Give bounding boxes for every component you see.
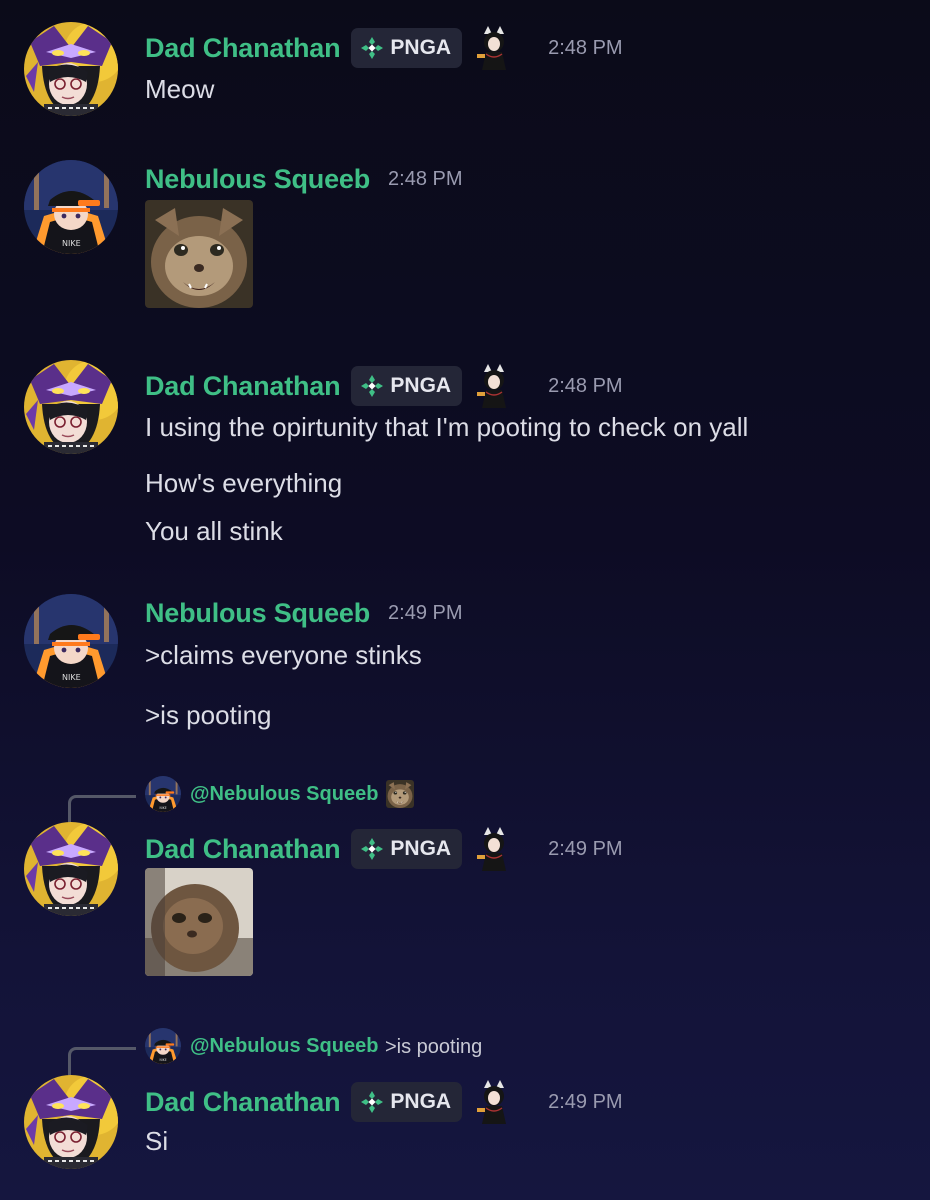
reply-avatar: [145, 1028, 181, 1064]
message-header: Dad Chanathan PNGA 2:49 PM: [145, 1080, 623, 1124]
message-text: You all stink: [145, 516, 283, 546]
username[interactable]: Dad Chanathan: [145, 1087, 341, 1118]
username[interactable]: Nebulous Squeeb: [145, 164, 370, 195]
character-role-icon[interactable]: [474, 364, 514, 408]
image-attachment[interactable]: [145, 868, 253, 976]
clan-tag[interactable]: PNGA: [351, 366, 463, 406]
clan-badge-icon: [360, 374, 384, 398]
clan-tag-label: PNGA: [390, 36, 452, 59]
reply-reference[interactable]: @Nebulous Squeeb: [0, 776, 930, 825]
avatar[interactable]: [24, 160, 118, 254]
clan-badge-icon: [360, 36, 384, 60]
character-role-icon[interactable]: [474, 1080, 514, 1124]
message-header: Nebulous Squeeb 2:49 PM: [145, 598, 463, 629]
username[interactable]: Nebulous Squeeb: [145, 598, 370, 629]
timestamp[interactable]: 2:49 PM: [548, 838, 622, 861]
timestamp[interactable]: 2:49 PM: [388, 602, 462, 625]
timestamp[interactable]: 2:48 PM: [388, 168, 462, 191]
clan-tag[interactable]: PNGA: [351, 1082, 463, 1122]
reply-image-preview[interactable]: [386, 780, 414, 808]
clan-tag-label: PNGA: [390, 1090, 452, 1113]
reply-reference[interactable]: @Nebulous Squeeb >is pooting: [0, 1028, 930, 1077]
message-text: I using the opirtunity that I'm pooting …: [145, 412, 749, 442]
clan-badge-icon: [360, 1090, 384, 1114]
message-text: >is pooting: [145, 700, 272, 730]
character-role-icon[interactable]: [474, 26, 514, 70]
reply-text-preview: >is pooting: [385, 1036, 483, 1058]
username[interactable]: Dad Chanathan: [145, 33, 341, 64]
clan-tag-label: PNGA: [390, 374, 452, 397]
reply-username[interactable]: @Nebulous Squeeb: [190, 1035, 378, 1058]
character-role-icon[interactable]: [474, 827, 514, 871]
reply-connector: [68, 1047, 136, 1077]
image-attachment[interactable]: [145, 200, 253, 308]
reply-connector: [68, 795, 136, 825]
timestamp[interactable]: 2:48 PM: [548, 37, 622, 60]
message-header: Dad Chanathan PNGA 2:49 PM: [145, 827, 623, 871]
message-text: >claims everyone stinks: [145, 640, 422, 670]
clan-badge-icon: [360, 837, 384, 861]
avatar[interactable]: [24, 1075, 118, 1169]
clan-tag[interactable]: PNGA: [351, 829, 463, 869]
message-header: Nebulous Squeeb 2:48 PM: [145, 164, 463, 195]
clan-tag[interactable]: PNGA: [351, 28, 463, 68]
clan-tag-label: PNGA: [390, 837, 452, 860]
message-header: Dad Chanathan PNGA 2:48 PM: [145, 364, 623, 408]
avatar[interactable]: [24, 822, 118, 916]
message-text: Si: [145, 1126, 169, 1156]
avatar[interactable]: [24, 594, 118, 688]
message-text: How's everything: [145, 468, 343, 498]
username[interactable]: Dad Chanathan: [145, 834, 341, 865]
reply-username[interactable]: @Nebulous Squeeb: [190, 783, 378, 806]
message-header: Dad Chanathan PNGA 2:48 PM: [145, 26, 623, 70]
message-text: Meow: [145, 74, 215, 104]
avatar[interactable]: [24, 360, 118, 454]
avatar[interactable]: [24, 22, 118, 116]
reply-avatar: [145, 776, 181, 812]
username[interactable]: Dad Chanathan: [145, 371, 341, 402]
timestamp[interactable]: 2:49 PM: [548, 1091, 622, 1114]
timestamp[interactable]: 2:48 PM: [548, 375, 622, 398]
